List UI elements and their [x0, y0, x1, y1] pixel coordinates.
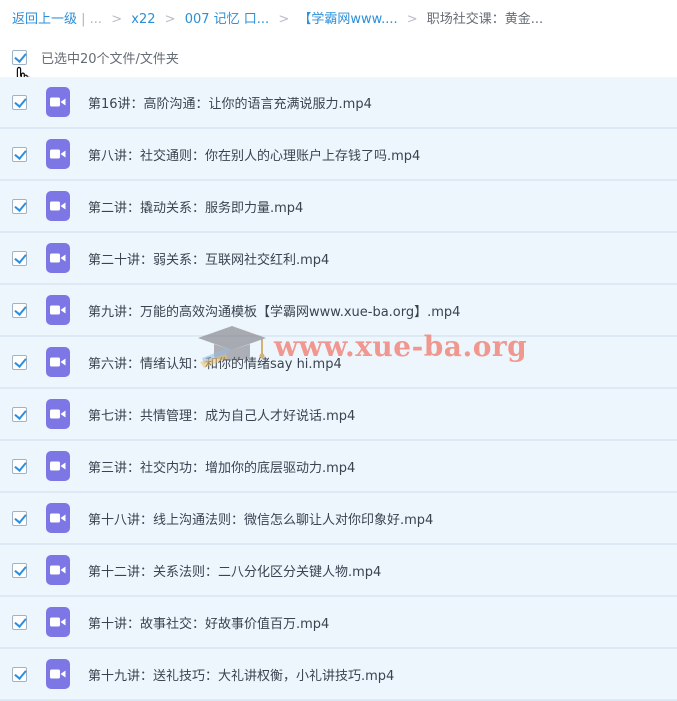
selection-bar: 已选中20个文件/文件夹: [12, 47, 179, 67]
breadcrumb-item-memory[interactable]: 007 记忆 口...: [185, 12, 269, 27]
video-file-icon: [46, 659, 70, 689]
file-row[interactable]: 第十九讲：送礼技巧：大礼讲权衡，小礼讲技巧.mp4: [0, 649, 677, 701]
check-icon: [14, 614, 27, 628]
video-file-icon: [46, 607, 70, 637]
file-checkbox[interactable]: [12, 562, 27, 578]
file-name[interactable]: 第三讲：社交内功：增加你的底层驱动力.mp4: [88, 457, 355, 476]
video-file-icon: [46, 399, 70, 429]
file-row[interactable]: 第六讲：情绪认知：和你的情绪say hi.mp4: [0, 337, 677, 389]
video-file-icon: [46, 451, 70, 481]
check-icon: [14, 146, 27, 160]
breadcrumb-ellipsis[interactable]: | ...: [81, 12, 102, 27]
file-row[interactable]: 第二十讲：弱关系：互联网社交红利.mp4: [0, 233, 677, 285]
file-checkbox[interactable]: [12, 614, 27, 630]
file-name[interactable]: 第十讲：故事社交：好故事价值百万.mp4: [88, 613, 329, 632]
video-file-icon: [46, 243, 70, 273]
file-checkbox[interactable]: [12, 302, 27, 318]
file-list: 第16讲：高阶沟通：让你的语言充满说服力.mp4 第八讲：社交通则：你在别人的心理…: [0, 77, 677, 701]
breadcrumb-current: 职场社交课：黄金...: [426, 12, 544, 27]
check-icon: [14, 666, 27, 680]
file-name[interactable]: 第二十讲：弱关系：互联网社交红利.mp4: [88, 249, 329, 268]
file-checkbox[interactable]: [12, 510, 27, 526]
file-row[interactable]: 第三讲：社交内功：增加你的底层驱动力.mp4: [0, 441, 677, 493]
check-icon: [14, 458, 27, 472]
breadcrumb-separator: >: [406, 12, 418, 27]
file-checkbox[interactable]: [12, 354, 27, 370]
file-name[interactable]: 第16讲：高阶沟通：让你的语言充满说服力.mp4: [88, 93, 372, 112]
video-file-icon: [46, 295, 70, 325]
video-file-icon: [46, 347, 70, 377]
file-checkbox[interactable]: [12, 94, 27, 110]
check-icon: [14, 406, 27, 420]
file-row[interactable]: 第十二讲：关系法则：二八分化区分关键人物.mp4: [0, 545, 677, 597]
check-icon: [14, 302, 27, 316]
file-name[interactable]: 第六讲：情绪认知：和你的情绪say hi.mp4: [88, 353, 342, 372]
video-file-icon: [46, 139, 70, 169]
check-icon: [14, 49, 27, 63]
file-row[interactable]: 第16讲：高阶沟通：让你的语言充满说服力.mp4: [0, 77, 677, 129]
breadcrumb-separator: >: [278, 12, 290, 27]
check-icon: [14, 198, 27, 212]
file-name[interactable]: 第八讲：社交通则：你在别人的心理账户上存钱了吗.mp4: [88, 145, 420, 164]
file-name[interactable]: 第十八讲：线上沟通法则：微信怎么聊让人对你印象好.mp4: [88, 509, 433, 528]
check-icon: [14, 510, 27, 524]
file-checkbox[interactable]: [12, 458, 27, 474]
breadcrumb-separator: >: [164, 12, 176, 27]
check-icon: [14, 250, 27, 264]
file-row[interactable]: 第八讲：社交通则：你在别人的心理账户上存钱了吗.mp4: [0, 129, 677, 181]
file-name[interactable]: 第九讲：万能的高效沟通模板【学霸网www.xue-ba.org】.mp4: [88, 301, 460, 320]
breadcrumb-separator: >: [111, 12, 123, 27]
video-file-icon: [46, 555, 70, 585]
file-row[interactable]: 第九讲：万能的高效沟通模板【学霸网www.xue-ba.org】.mp4: [0, 285, 677, 337]
check-icon: [14, 562, 27, 576]
file-checkbox[interactable]: [12, 198, 27, 214]
video-file-icon: [46, 503, 70, 533]
file-checkbox[interactable]: [12, 406, 27, 422]
back-link[interactable]: 返回上一级: [12, 12, 77, 27]
video-file-icon: [46, 191, 70, 221]
file-row[interactable]: 第七讲：共情管理：成为自己人才好说话.mp4: [0, 389, 677, 441]
file-name[interactable]: 第二讲：撬动关系：服务即力量.mp4: [88, 197, 303, 216]
select-all-checkbox[interactable]: [12, 49, 27, 65]
file-row[interactable]: 第十八讲：线上沟通法则：微信怎么聊让人对你印象好.mp4: [0, 493, 677, 545]
file-checkbox[interactable]: [12, 250, 27, 266]
file-name[interactable]: 第十九讲：送礼技巧：大礼讲权衡，小礼讲技巧.mp4: [88, 665, 394, 684]
breadcrumb-item-x22[interactable]: x22: [131, 12, 155, 27]
selection-count-text: 已选中20个文件/文件夹: [41, 51, 179, 67]
check-icon: [14, 354, 27, 368]
file-row[interactable]: 第十讲：故事社交：好故事价值百万.mp4: [0, 597, 677, 649]
breadcrumb: 返回上一级 | ... > x22 > 007 记忆 口... > 【学霸网ww…: [12, 10, 672, 30]
video-file-icon: [46, 87, 70, 117]
check-icon: [14, 94, 27, 108]
file-name[interactable]: 第七讲：共情管理：成为自己人才好说话.mp4: [88, 405, 355, 424]
file-checkbox[interactable]: [12, 146, 27, 162]
file-checkbox[interactable]: [12, 666, 27, 682]
file-row[interactable]: 第二讲：撬动关系：服务即力量.mp4: [0, 181, 677, 233]
breadcrumb-item-xueba[interactable]: 【学霸网www....: [298, 12, 397, 27]
file-name[interactable]: 第十二讲：关系法则：二八分化区分关键人物.mp4: [88, 561, 381, 580]
